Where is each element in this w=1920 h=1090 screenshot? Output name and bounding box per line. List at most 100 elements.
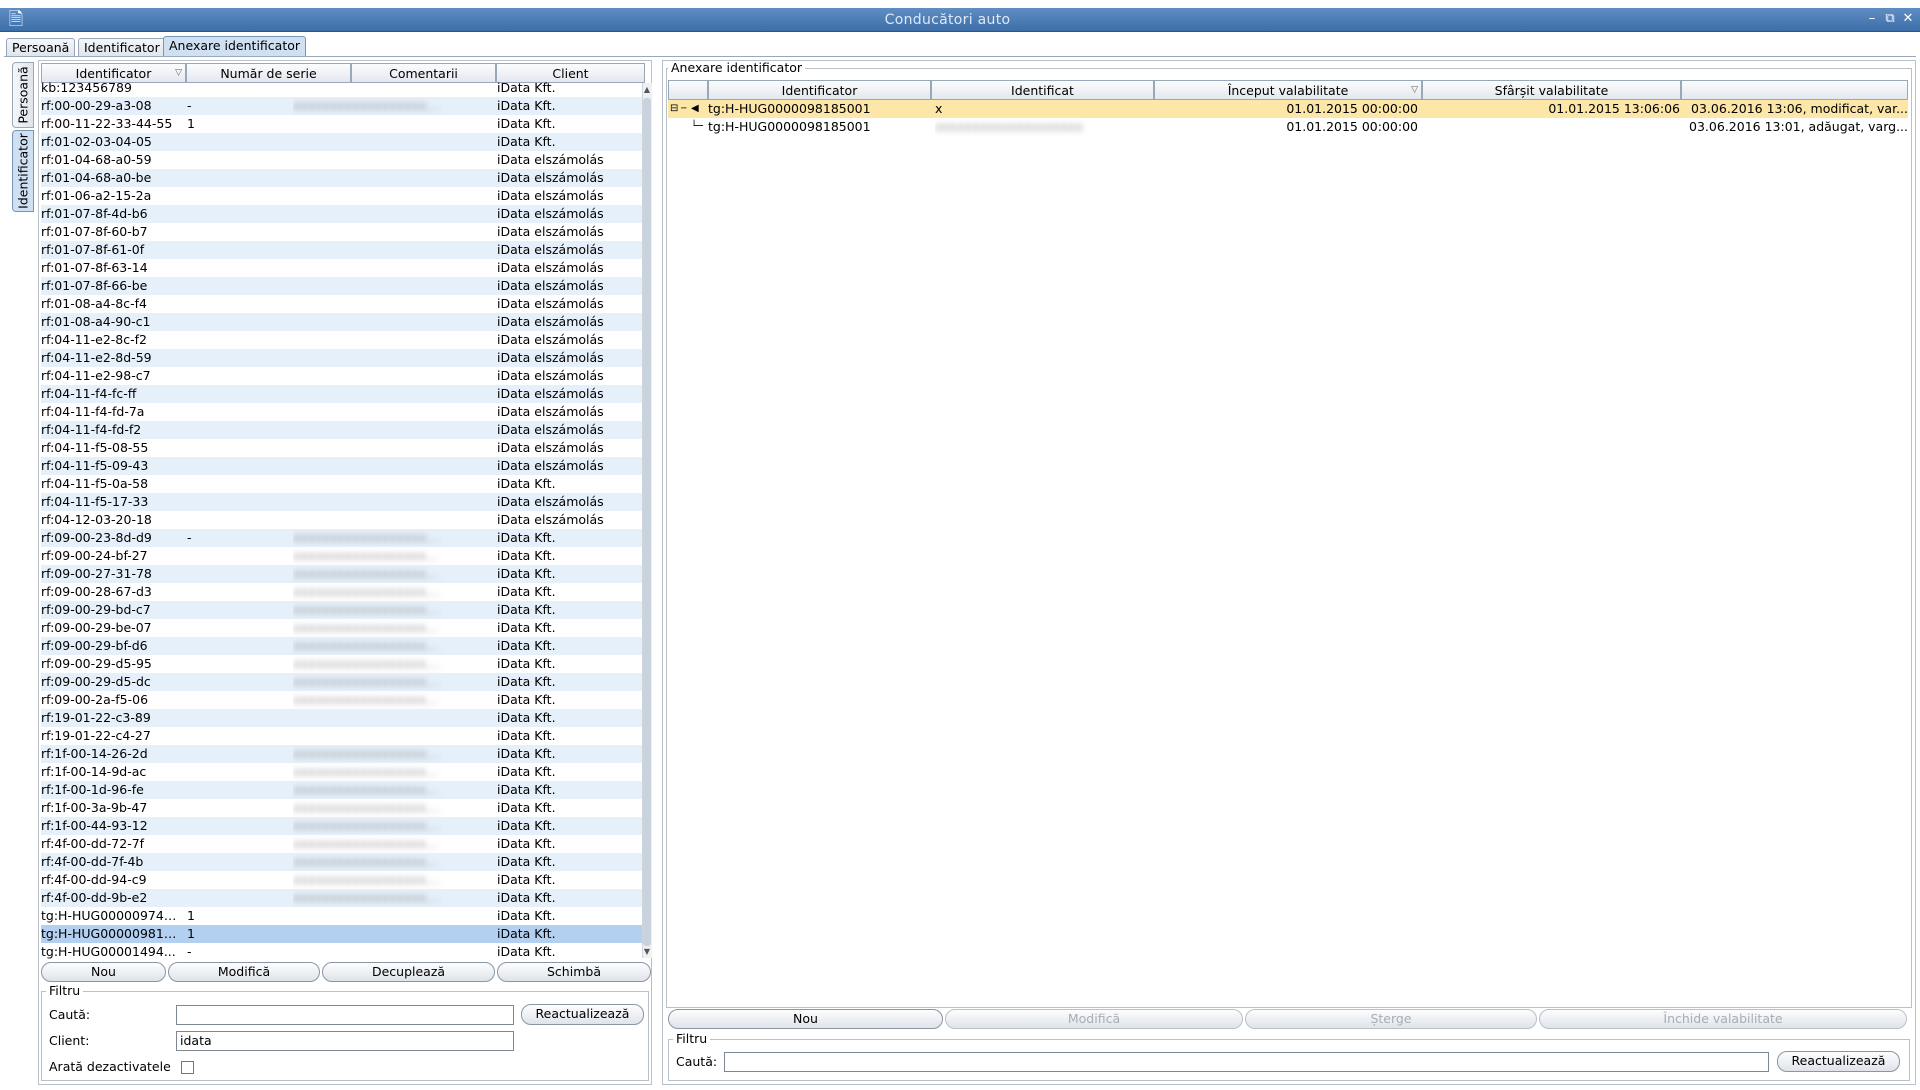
table-row[interactable]: rf:09-00-23-8d-d9-xxxxxxxxxxxxxxxxxxxxxx… [41,529,645,547]
close-icon[interactable]: ✕ [1900,11,1916,27]
table-row[interactable]: rf:19-01-22-c4-27 iData Kft. [41,727,645,745]
side-tab-persoana[interactable]: Persoană [12,62,34,128]
right-delete-button[interactable]: Șterge [1245,1009,1537,1029]
cell-client: iData elszámolás [497,260,604,275]
table-row[interactable]: rf:04-11-f4-fd-7a iData elszámolás [41,403,645,421]
table-row[interactable]: rf:09-00-29-bf-d6 xxxxxxxxxxxxxxxxxxxxxxx… [41,637,645,655]
close-validity-button[interactable]: Închide valabilitate [1539,1009,1907,1029]
table-row[interactable]: rf:1f-00-3a-9b-47 xxxxxxxxxxxxxxxxxxxxxxx… [41,799,645,817]
column-header-identificat[interactable]: Identificat [931,80,1154,100]
table-row[interactable]: rf:04-11-f4-fd-f2 iData elszámolás [41,421,645,439]
side-tab-identificator[interactable]: Identificator [12,130,34,212]
table-row[interactable]: rf:01-06-a2-15-2a iData elszámolás [41,187,645,205]
tab-persoana[interactable]: Persoană [6,38,76,56]
table-row[interactable]: rf:01-08-a4-8c-f4 iData elszámolás [41,295,645,313]
refresh-button[interactable]: Reactualizează [521,1004,644,1025]
right-search-input[interactable] [724,1052,1769,1072]
table-row[interactable]: kb:123456789 iData Kft. [41,79,645,97]
cell-identifier: rf:09-00-28-67-d3 [41,584,152,599]
table-row[interactable]: rf:4f-00-dd-72-7f xxxxxxxxxxxxxxxxxxxxxxx… [41,835,645,853]
table-row[interactable]: rf:00-11-22-33-44-55 1 iData Kft. [41,115,645,133]
table-row[interactable]: rf:09-00-29-bd-c7 xxxxxxxxxxxxxxxxxxxxxxx… [41,601,645,619]
cell-client: iData elszámolás [497,332,604,347]
table-row[interactable]: rf:09-00-2a-f5-06 xxxxxxxxxxxxxxxxxxxxxxx… [41,691,645,709]
cell-client: iData Kft. [497,944,556,959]
table-row[interactable]: rf:4f-00-dd-9b-e2 xxxxxxxxxxxxxxxxxxxxxxx… [41,889,645,907]
identifier-table[interactable]: Identificator ▽ Număr de serie Comentari… [41,63,651,961]
table-row[interactable]: rf:01-07-8f-63-14 iData elszámolás [41,259,645,277]
cell-identifier: rf:01-07-8f-4d-b6 [41,206,148,221]
detach-button[interactable]: Decuplează [322,962,495,982]
table-row[interactable]: rf:09-00-29-d5-dc xxxxxxxxxxxxxxxxxxxxxxx… [41,673,645,691]
table-row[interactable]: rf:04-12-03-20-18 iData elszámolás [41,511,645,529]
tree-row[interactable]: └─ tg:H-HUG0000098185001 xxxxxxxxxxxxxxx… [668,118,1908,136]
cell-identifier: rf:01-07-8f-63-14 [41,260,148,275]
table-row[interactable]: rf:04-11-f5-0a-58 iData Kft. [41,475,645,493]
cell-identifier: rf:09-00-23-8d-d9 [41,530,152,545]
tree-row[interactable]: ⊟ ─ ◀ tg:H-HUG0000098185001 x 01.01.2015… [668,100,1908,118]
tree-cell-note: 03.06.2016 13:06, modificat, var... [1691,101,1908,116]
column-header-note[interactable] [1681,80,1908,100]
cell-comment-redacted: xxxxxxxxxxxxxxxxxxxxxxxx [293,566,443,581]
table-row[interactable]: rf:04-11-f5-09-43 iData elszámolás [41,457,645,475]
window-title: Conducători auto [884,12,1011,28]
table-row[interactable]: rf:01-07-8f-4d-b6 iData elszámolás [41,205,645,223]
table-row[interactable]: rf:01-08-a4-90-c1 iData elszámolás [41,313,645,331]
cell-client: iData Kft. [497,134,556,149]
table-row[interactable]: rf:04-11-e2-98-c7 iData elszámolás [41,367,645,385]
right-modify-button[interactable]: Modifică [945,1009,1243,1029]
tab-anexare-identificator[interactable]: Anexare identificator [163,36,307,57]
right-refresh-button[interactable]: Reactualizează [1777,1051,1900,1072]
table-row[interactable]: rf:4f-00-dd-94-c9 xxxxxxxxxxxxxxxxxxxxxxx… [41,871,645,889]
scroll-down-icon[interactable]: ▼ [642,946,652,958]
table-row[interactable]: rf:04-11-f4-fc-ff iData elszámolás [41,385,645,403]
table-row[interactable]: rf:1f-00-14-9d-ac xxxxxxxxxxxxxxxxxxxxxxx… [41,763,645,781]
table-row[interactable]: rf:1f-00-1d-96-fe xxxxxxxxxxxxxxxxxxxxxxx… [41,781,645,799]
table-row[interactable]: rf:01-04-68-a0-59 iData elszámolás [41,151,645,169]
table-row[interactable]: rf:04-11-e2-8c-f2 iData elszámolás [41,331,645,349]
table-row[interactable]: rf:01-07-8f-66-be iData elszámolás [41,277,645,295]
attachment-tree-table[interactable]: Identificator Identificat Început valabi… [668,80,1908,980]
show-disabled-checkbox[interactable] [181,1061,194,1074]
table-row[interactable]: rf:19-01-22-c3-89 iData Kft. [41,709,645,727]
table-row[interactable]: rf:01-07-8f-61-0f iData elszámolás [41,241,645,259]
table-row[interactable]: rf:1f-00-44-93-12 xxxxxxxxxxxxxxxxxxxxxxx… [41,817,645,835]
table-row[interactable]: rf:01-04-68-a0-be iData elszámolás [41,169,645,187]
scroll-up-icon[interactable]: ▲ [642,84,652,96]
cell-client: iData Kft. [497,620,556,635]
table-row[interactable]: rf:04-11-f5-08-55 iData elszámolás [41,439,645,457]
column-header-sfarsit[interactable]: Sfârșit valabilitate [1422,80,1681,100]
table-row[interactable]: rf:01-07-8f-60-b7 iData elszámolás [41,223,645,241]
tab-identificator[interactable]: Identificator [78,38,166,56]
change-button[interactable]: Schimbă [497,962,651,982]
new-button[interactable]: Nou [41,962,166,982]
table-row[interactable]: tg:H-HUG000009746... 1 iData Kft. [41,907,645,925]
column-header-blank [668,80,708,100]
table-row[interactable]: rf:09-00-27-31-78 xxxxxxxxxxxxxxxxxxxxxxx… [41,565,645,583]
table-row[interactable]: rf:04-11-f5-17-33 iData elszámolás [41,493,645,511]
restore-icon[interactable]: ⧉ [1882,11,1898,27]
table-row[interactable]: rf:01-02-03-04-05 iData Kft. [41,133,645,151]
table-row[interactable]: tg:H-HUG00001494... - iData Kft. [41,943,645,961]
client-input[interactable]: idata [176,1031,514,1051]
table-row[interactable]: rf:09-00-24-bf-27 xxxxxxxxxxxxxxxxxxxxxxx… [41,547,645,565]
window-titlebar[interactable]: 🗎 Conducători auto – ⧉ ✕ [0,8,1920,32]
scrollbar-thumb[interactable] [643,98,651,946]
minimize-icon[interactable]: – [1864,11,1880,27]
table-row[interactable]: tg:H-HUG000009818... 1 iData Kft. [41,925,645,943]
cell-identifier: rf:1f-00-44-93-12 [41,818,148,833]
column-header-inceput[interactable]: Început valabilitate ▽ [1154,80,1422,100]
right-new-button[interactable]: Nou [668,1009,943,1029]
table-row[interactable]: rf:00-00-29-a3-08-xxxxxxxxxxxxxxxxxxxxxx… [41,97,645,115]
table-row[interactable]: rf:4f-00-dd-7f-4b xxxxxxxxxxxxxxxxxxxxxxx… [41,853,645,871]
modify-button[interactable]: Modifică [168,962,320,982]
table-row[interactable]: rf:1f-00-14-26-2d xxxxxxxxxxxxxxxxxxxxxxx… [41,745,645,763]
search-input[interactable] [176,1005,514,1025]
table-row[interactable]: rf:04-11-e2-8d-59 iData elszámolás [41,349,645,367]
table-row[interactable]: rf:09-00-29-be-07 xxxxxxxxxxxxxxxxxxxxxxx… [41,619,645,637]
cell-client: iData elszámolás [497,440,604,455]
cell-client: iData elszámolás [497,152,604,167]
column-header-identificator[interactable]: Identificator [708,80,931,100]
table-row[interactable]: rf:09-00-28-67-d3 xxxxxxxxxxxxxxxxxxxxxxx… [41,583,645,601]
table-row[interactable]: rf:09-00-29-d5-95 xxxxxxxxxxxxxxxxxxxxxxx… [41,655,645,673]
